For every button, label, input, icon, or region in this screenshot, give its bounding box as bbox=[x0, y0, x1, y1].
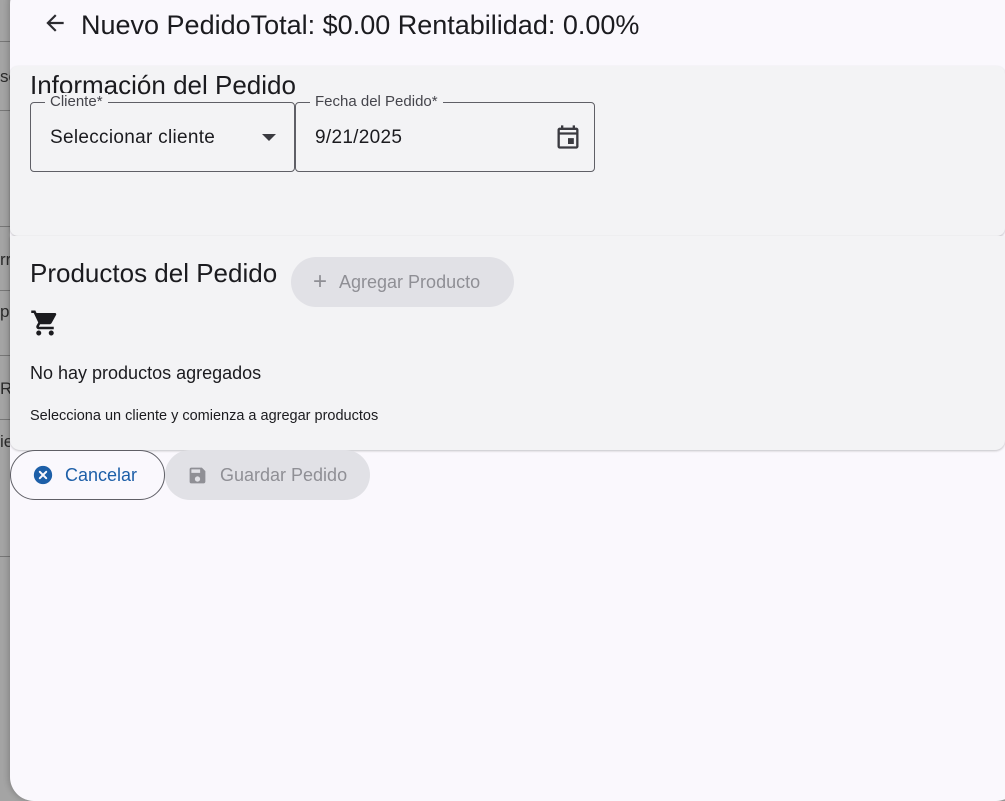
save-order-label: Guardar Pedido bbox=[220, 464, 348, 485]
cancel-label: Cancelar bbox=[65, 464, 138, 485]
order-products-title: Productos del Pedido bbox=[30, 258, 278, 288]
empty-state-title: No hay productos agregados bbox=[30, 363, 262, 383]
save-order-button[interactable]: Guardar Pedido bbox=[165, 450, 370, 500]
order-date-label: Fecha del Pedido* bbox=[310, 93, 443, 110]
cancel-icon bbox=[33, 465, 53, 485]
client-select-value: Seleccionar cliente bbox=[50, 127, 216, 148]
plus-icon: + bbox=[313, 268, 328, 295]
empty-state-subtitle: Selecciona un cliente y comienza a agreg… bbox=[30, 408, 379, 424]
back-button[interactable] bbox=[38, 6, 72, 40]
shopping-cart-icon bbox=[31, 310, 57, 336]
client-select[interactable]: Cliente* Seleccionar cliente bbox=[30, 93, 295, 172]
order-info-card: Información del Pedido Cliente* Seleccio… bbox=[10, 66, 1005, 236]
add-product-button[interactable]: + Agregar Producto bbox=[291, 257, 514, 307]
arrow-back-icon bbox=[46, 14, 64, 32]
save-icon bbox=[189, 467, 206, 483]
client-select-label: Cliente* bbox=[45, 93, 108, 110]
calendar-icon[interactable] bbox=[554, 123, 582, 151]
order-date-value: 9/21/2025 bbox=[315, 127, 403, 148]
dialog-title: Nuevo PedidoTotal: $0.00 Rentabilidad: 0… bbox=[81, 10, 640, 40]
order-date-field[interactable]: Fecha del Pedido* 9/21/2025 bbox=[295, 93, 595, 172]
order-products-card: Productos del Pedido + Agregar Producto … bbox=[10, 236, 1005, 450]
dialog-header: Nuevo PedidoTotal: $0.00 Rentabilidad: 0… bbox=[10, 0, 1005, 46]
cancel-button[interactable]: Cancelar bbox=[10, 450, 165, 500]
new-order-dialog: Nuevo PedidoTotal: $0.00 Rentabilidad: 0… bbox=[10, 0, 1005, 801]
add-product-label: Agregar Producto bbox=[339, 271, 481, 292]
dropdown-arrow-icon[interactable] bbox=[262, 134, 276, 141]
